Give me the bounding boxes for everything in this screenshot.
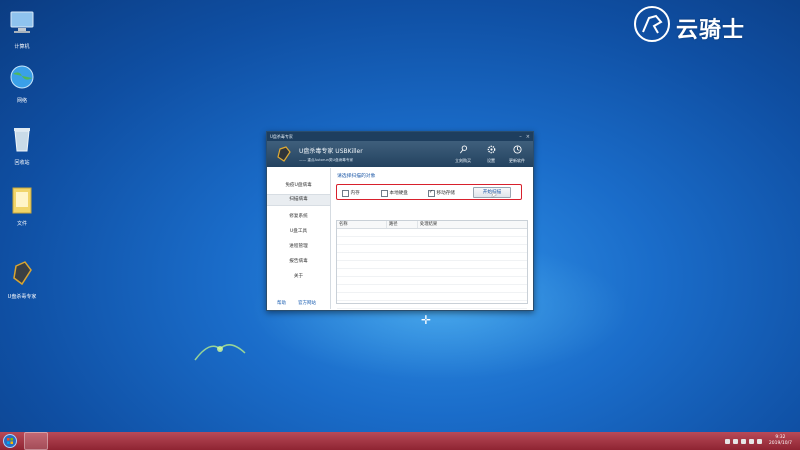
app-logo-icon — [277, 146, 291, 162]
update-software-button[interactable]: 更新软件 — [507, 145, 527, 164]
desktop-icon-recycle-bin[interactable]: 回收站 — [0, 124, 44, 166]
app-header: U盘杀毒专家 USBKiller —— 重点Autorun类U盘病毒专家 立刻购… — [267, 141, 533, 167]
tray-app-icon[interactable] — [756, 438, 762, 444]
tray-flag-icon[interactable] — [748, 438, 754, 444]
brand-watermark: 云骑士 — [632, 4, 792, 48]
sidebar-item-repair-system[interactable]: 修复系统 — [267, 213, 330, 219]
clock-date: 2019/10/7 — [768, 441, 792, 446]
option-label: 移动存储 — [436, 191, 455, 197]
memory-checkbox[interactable] — [342, 190, 349, 197]
desktop-icon-folder[interactable]: 文件 — [0, 185, 44, 227]
taskbar: 9:32 2019/10/7 — [0, 432, 800, 450]
start-button[interactable] — [0, 432, 20, 450]
results-table[interactable]: 名称 路径 处理结果 — [336, 220, 528, 309]
desktop-icon-network[interactable]: 网络 — [0, 62, 44, 104]
desktop-icon-label: 回收站 — [14, 160, 30, 166]
settings-label: 设置 — [487, 158, 495, 163]
mouse-cursor-icon: ➤ — [491, 191, 497, 199]
column-header-result: 处理结果 — [420, 222, 438, 227]
removable-storage-checkbox[interactable] — [428, 189, 435, 197]
system-tray: 9:32 2019/10/7 — [724, 435, 800, 447]
recycle-bin-icon — [14, 128, 30, 152]
sidebar-item-immunize[interactable]: 免疫U盘病毒 — [267, 182, 330, 188]
option-removable-storage[interactable]: 移动存储 — [428, 189, 455, 197]
scan-panel: 请选择扫描的对象 内存 本地硬盘 移动存储 开始扫描 ➤ 名称 路径 处理结果 — [331, 168, 533, 310]
desktop-icon-label: U盘杀毒专家 — [7, 294, 37, 300]
windows-logo-icon — [3, 434, 17, 448]
desktop-icon-computer[interactable]: 计算机 — [0, 8, 44, 50]
table-header: 名称 路径 处理结果 — [337, 221, 527, 229]
update-software-label: 更新软件 — [509, 158, 525, 163]
folder-icon — [12, 187, 32, 214]
window-title: U盘杀毒专家 — [270, 133, 293, 139]
key-icon — [459, 145, 467, 154]
local-disk-checkbox[interactable] — [381, 190, 388, 197]
column-header-path: 路径 — [387, 221, 418, 228]
desktop-icon-label: 网络 — [16, 98, 27, 104]
table-body — [337, 229, 527, 309]
option-memory[interactable]: 内存 — [342, 190, 360, 197]
taskbar-app-usbkiller[interactable] — [24, 432, 48, 450]
tray-keyboard-icon[interactable] — [724, 438, 730, 444]
settings-button[interactable]: 设置 — [481, 145, 501, 164]
usbkiller-window: U盘杀毒专家 – × U盘杀毒专家 USBKiller —— 重点Autorun… — [266, 131, 534, 311]
desktop-icon-label: 计算机 — [14, 44, 30, 50]
official-site-link[interactable]: 官方网站 — [298, 300, 316, 306]
clock[interactable]: 9:32 2019/10/7 — [769, 435, 792, 447]
buy-now-button[interactable]: 立刻购买 — [453, 145, 473, 164]
desktop-icon-label: 文件 — [16, 221, 27, 227]
column-header-name: 名称 — [337, 221, 387, 228]
computer-icon — [10, 11, 34, 33]
watermark-text: 云骑士 — [676, 18, 746, 43]
sidebar: 免疫U盘病毒 扫描病毒 修复系统 U盘工具 进程管理 报告病毒 关于 帮助 官方… — [267, 168, 331, 309]
buy-now-label: 立刻购买 — [455, 158, 471, 163]
option-local-disk[interactable]: 本地硬盘 — [381, 190, 408, 197]
usbkiller-icon — [13, 261, 32, 286]
knight-logo-icon — [634, 6, 670, 42]
sidebar-item-report-virus[interactable]: 报告病毒 — [267, 258, 330, 264]
sidebar-item-usb-tools[interactable]: U盘工具 — [267, 228, 330, 234]
tray-network-icon[interactable] — [732, 438, 738, 444]
tray-volume-icon[interactable] — [740, 438, 746, 444]
wallpaper-flower — [194, 344, 246, 361]
crosshair-cursor-icon: ✛ — [421, 313, 432, 327]
refresh-icon — [512, 145, 522, 154]
minimize-icon[interactable]: – — [519, 134, 522, 140]
gear-icon — [487, 145, 495, 154]
option-label: 本地硬盘 — [389, 191, 408, 197]
desktop-icon-usbkiller[interactable]: U盘杀毒专家 — [0, 258, 44, 300]
sidebar-item-scan-virus[interactable]: 扫描病毒 — [267, 194, 330, 206]
sidebar-item-about[interactable]: 关于 — [267, 273, 330, 279]
app-subtitle: —— 重点Autorun类U盘病毒专家 — [299, 158, 354, 162]
window-titlebar[interactable]: U盘杀毒专家 – × — [267, 132, 533, 141]
help-link[interactable]: 帮助 — [277, 300, 286, 306]
sidebar-item-process-manager[interactable]: 进程管理 — [267, 243, 330, 249]
close-icon[interactable]: × — [526, 134, 530, 140]
app-name: U盘杀毒专家 USBKiller — [299, 148, 363, 155]
option-label: 内存 — [350, 191, 360, 197]
scan-prompt: 请选择扫描的对象 — [337, 174, 376, 179]
network-icon — [10, 65, 34, 89]
